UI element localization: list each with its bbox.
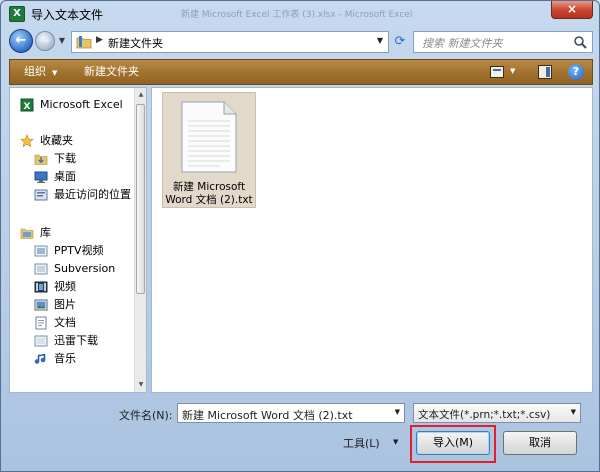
search-input[interactable]: 搜索 新建文件夹 bbox=[422, 35, 503, 51]
video-library-icon bbox=[34, 281, 48, 293]
title-bar: X 导入文本文件 新建 Microsoft Excel 工作表 (3).xlsx… bbox=[1, 1, 599, 27]
address-dropdown-icon[interactable]: ▼ bbox=[377, 36, 383, 45]
sidebar-item-label: 库 bbox=[40, 226, 51, 239]
breadcrumb-current-folder[interactable]: 新建文件夹 bbox=[108, 35, 163, 51]
music-library-icon bbox=[34, 353, 46, 364]
change-view-icon[interactable] bbox=[490, 66, 504, 78]
star-icon bbox=[20, 134, 34, 148]
sidebar-item-recent-places[interactable]: 最近访问的位置 bbox=[10, 186, 134, 204]
file-type-filter-value: 文本文件(*.prn;*.txt;*.csv) bbox=[418, 409, 551, 421]
cancel-button[interactable]: 取消 bbox=[503, 431, 577, 455]
navigation-pane: X Microsoft Excel 收藏夹 下载 桌面 最近访问的位置 库 PP… bbox=[9, 87, 147, 393]
close-button[interactable]: × bbox=[551, 1, 593, 19]
tools-menu-button[interactable]: 工具(L) bbox=[343, 435, 380, 451]
download-folder-icon bbox=[34, 154, 48, 165]
sidebar-item-microsoft-excel[interactable]: X Microsoft Excel bbox=[10, 96, 134, 114]
excel-icon: X bbox=[20, 98, 34, 112]
refresh-icon: ⟳ bbox=[394, 34, 406, 49]
sidebar-item-label: 下载 bbox=[54, 152, 76, 165]
sidebar-item-label: 音乐 bbox=[54, 352, 76, 365]
library-icon bbox=[20, 228, 34, 239]
breadcrumb-chevron-icon[interactable]: ▶ bbox=[96, 35, 103, 45]
preview-pane-icon[interactable] bbox=[538, 65, 552, 79]
sidebar-item-desktop[interactable]: 桌面 bbox=[10, 168, 134, 186]
chevron-down-icon: ▼ bbox=[58, 36, 66, 45]
recent-places-icon bbox=[34, 189, 48, 201]
forward-arrow-icon: → bbox=[40, 34, 50, 47]
sidebar-item-libraries[interactable]: 库 bbox=[10, 224, 134, 242]
sidebar-item-videos[interactable]: 视频 bbox=[10, 278, 134, 296]
tools-chevron-down-icon[interactable]: ▼ bbox=[393, 438, 398, 446]
view-options-chevron-down-icon[interactable]: ▼ bbox=[510, 67, 515, 75]
navigation-scrollbar[interactable]: ▲ ▼ bbox=[134, 88, 146, 392]
file-item[interactable]: 新建 Microsoft Word 文档 (2).txt bbox=[162, 92, 256, 208]
folder-icon bbox=[76, 36, 92, 49]
close-icon: × bbox=[566, 2, 578, 16]
recent-pages-dropdown[interactable]: ▼ bbox=[57, 36, 67, 46]
sidebar-item-subversion[interactable]: Subversion bbox=[10, 260, 134, 278]
scroll-down-icon[interactable]: ▼ bbox=[136, 379, 146, 391]
navigation-bar: ← → ▼ ▶ 新建文件夹 ▼ ⟳ 搜索 新建文件夹 bbox=[1, 28, 599, 56]
import-text-file-dialog: X 导入文本文件 新建 Microsoft Excel 工作表 (3).xlsx… bbox=[0, 0, 600, 472]
import-button[interactable]: 导入(M) bbox=[416, 431, 490, 455]
sidebar-item-label: 视频 bbox=[54, 280, 76, 293]
filename-label: 文件名(N): bbox=[119, 409, 173, 422]
sidebar-item-music[interactable]: 音乐 bbox=[10, 350, 134, 368]
text-file-icon bbox=[181, 101, 237, 173]
sidebar-item-thunder-downloads[interactable]: 迅雷下载 bbox=[10, 332, 134, 350]
sidebar-item-pptv-video[interactable]: PPTV视频 bbox=[10, 242, 134, 260]
help-label: ? bbox=[572, 65, 580, 78]
sidebar-item-label: PPTV视频 bbox=[54, 244, 104, 257]
new-folder-button[interactable]: 新建文件夹 bbox=[78, 60, 145, 84]
search-box[interactable]: 搜索 新建文件夹 bbox=[413, 31, 593, 53]
organize-button[interactable]: 组织 ▼ bbox=[18, 60, 63, 84]
back-arrow-icon: ← bbox=[15, 33, 27, 48]
sidebar-item-label: 最近访问的位置 bbox=[54, 188, 131, 201]
documents-library-icon bbox=[35, 316, 47, 330]
pptv-library-icon bbox=[34, 245, 48, 257]
sidebar-item-label: 文档 bbox=[54, 316, 76, 329]
pictures-library-icon bbox=[34, 299, 48, 311]
file-name-line-2: Word 文档 (2).txt bbox=[165, 194, 253, 206]
sidebar-item-downloads[interactable]: 下载 bbox=[10, 150, 134, 168]
thunder-download-icon bbox=[34, 335, 48, 347]
excel-app-icon: X bbox=[9, 6, 25, 22]
sidebar-item-label: 收藏夹 bbox=[40, 134, 73, 147]
subversion-library-icon bbox=[34, 263, 48, 275]
filename-value: 新建 Microsoft Word 文档 (2).txt bbox=[182, 409, 353, 422]
organize-chevron-down-icon: ▼ bbox=[52, 69, 58, 77]
address-bar[interactable]: ▶ 新建文件夹 ▼ bbox=[71, 31, 389, 53]
sidebar-item-label: Subversion bbox=[54, 262, 116, 275]
file-name: 新建 Microsoft Word 文档 (2).txt bbox=[165, 181, 253, 207]
file-type-filter-select[interactable]: 文本文件(*.prn;*.txt;*.csv) ▼ bbox=[413, 403, 581, 423]
filename-field[interactable]: 新建 Microsoft Word 文档 (2).txt ▼ bbox=[177, 403, 405, 423]
scrollbar-thumb[interactable] bbox=[136, 104, 145, 294]
forward-button[interactable]: → bbox=[35, 31, 55, 51]
command-toolbar: 组织 ▼ 新建文件夹 ▼ ? bbox=[9, 59, 593, 85]
search-icon[interactable] bbox=[573, 35, 587, 49]
sidebar-item-label: 迅雷下载 bbox=[54, 334, 98, 347]
organize-label: 组织 bbox=[24, 65, 46, 78]
svg-text:X: X bbox=[24, 102, 31, 112]
sidebar-item-label: 图片 bbox=[54, 298, 76, 311]
scroll-up-icon[interactable]: ▲ bbox=[136, 89, 146, 101]
file-type-chevron-down-icon: ▼ bbox=[570, 408, 576, 416]
sidebar-item-label: Microsoft Excel bbox=[40, 98, 123, 111]
back-button[interactable]: ← bbox=[9, 29, 33, 53]
filename-history-chevron-down-icon[interactable]: ▼ bbox=[395, 408, 400, 416]
file-name-line-1: 新建 Microsoft bbox=[172, 181, 246, 193]
help-icon[interactable]: ? bbox=[568, 64, 584, 80]
file-list-pane: 新建 Microsoft Word 文档 (2).txt bbox=[151, 87, 593, 393]
desktop-icon bbox=[34, 171, 48, 183]
sidebar-item-label: 桌面 bbox=[54, 170, 76, 183]
sidebar-item-documents[interactable]: 文档 bbox=[10, 314, 134, 332]
dialog-title: 导入文本文件 bbox=[31, 8, 104, 22]
refresh-button[interactable]: ⟳ bbox=[391, 33, 409, 51]
sidebar-item-pictures[interactable]: 图片 bbox=[10, 296, 134, 314]
sidebar-item-favorites[interactable]: 收藏夹 bbox=[10, 132, 134, 150]
new-folder-label: 新建文件夹 bbox=[84, 65, 139, 78]
background-window-title: 新建 Microsoft Excel 工作表 (3).xlsx - Micros… bbox=[181, 10, 413, 20]
